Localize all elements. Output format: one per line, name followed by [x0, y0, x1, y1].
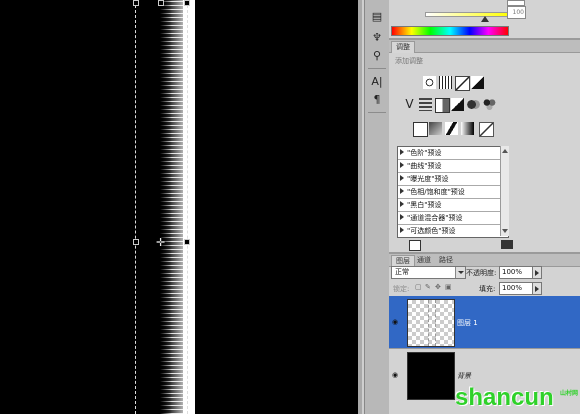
- divider: [368, 68, 386, 69]
- clone-source-icon[interactable]: ⚲: [370, 49, 384, 63]
- opacity-field[interactable]: 100%: [499, 266, 533, 279]
- white-strip: [183, 0, 195, 414]
- color-slider[interactable]: [425, 12, 511, 17]
- photo-filter-icon[interactable]: [467, 98, 480, 111]
- levels-icon[interactable]: [439, 76, 452, 89]
- threshold-icon[interactable]: [445, 122, 458, 135]
- selection-preview: [428, 300, 429, 346]
- paragraph-icon[interactable]: ¶: [370, 93, 384, 107]
- preset-item[interactable]: "曲线"预设: [398, 160, 508, 173]
- watermark-logo: shancun 山村网: [455, 384, 579, 411]
- selection-preview: [435, 300, 436, 346]
- panel-options-icon[interactable]: [501, 240, 513, 249]
- exposure-icon[interactable]: [471, 76, 484, 89]
- tab-paths[interactable]: 路径: [435, 255, 457, 266]
- preset-item[interactable]: "可选颜色"预设: [398, 225, 508, 237]
- presets-scrollbar[interactable]: [500, 146, 509, 236]
- posterize-icon[interactable]: [429, 122, 442, 135]
- brightness-icon[interactable]: [423, 76, 436, 89]
- channel-mixer-icon[interactable]: [483, 98, 496, 111]
- brush-icon[interactable]: ♆: [370, 31, 384, 45]
- selective-color-icon[interactable]: [479, 122, 494, 137]
- color-slider-thumb[interactable]: [481, 16, 489, 22]
- opacity-arrow-icon[interactable]: [532, 266, 542, 279]
- blend-mode-select[interactable]: 正常: [391, 266, 466, 279]
- lock-label: 锁定:: [393, 285, 410, 293]
- scroll-up-icon[interactable]: [502, 149, 508, 153]
- layer-name[interactable]: 图层 1: [457, 318, 478, 328]
- fill-label: 填充:: [479, 285, 496, 293]
- preset-item[interactable]: "曝光度"预设: [398, 173, 508, 186]
- adjustments-subtitle: 添加调整: [395, 57, 423, 65]
- vibrance-icon[interactable]: V: [403, 98, 416, 111]
- eye-icon[interactable]: ◉: [392, 318, 402, 326]
- preset-item[interactable]: "色阶"预设: [398, 147, 508, 160]
- character-icon[interactable]: A|: [370, 75, 384, 89]
- color-balance-icon[interactable]: [435, 98, 450, 113]
- right-panels: 100 调整 添加调整 V "色阶"预设 "曲线"预设 "曝光度"预设 "色相/…: [389, 0, 580, 414]
- lock-all-icon[interactable]: ▣: [445, 283, 452, 291]
- curves-icon[interactable]: [455, 76, 470, 91]
- image-content[interactable]: ✛: [0, 0, 362, 414]
- transform-handle[interactable]: [133, 239, 139, 245]
- color-value-field[interactable]: 100: [507, 6, 526, 19]
- layers-blend-row: 正常 不透明度: 100%: [389, 266, 580, 280]
- expand-icon[interactable]: [400, 188, 404, 194]
- invert-icon[interactable]: [413, 122, 428, 137]
- expand-icon[interactable]: [400, 227, 404, 233]
- panel-icon-strip: ▤ ♆ ⚲ A| ¶: [364, 0, 391, 414]
- expand-icon[interactable]: [400, 175, 404, 181]
- swatches-icon[interactable]: ▤: [370, 10, 384, 24]
- lock-transparency-icon[interactable]: ▢: [415, 283, 422, 291]
- tab-channels[interactable]: 通道: [413, 255, 435, 266]
- document-canvas[interactable]: ✛: [0, 0, 362, 414]
- layer-thumbnail: [407, 299, 455, 347]
- adjustment-presets-list[interactable]: "色阶"预设 "曲线"预设 "曝光度"预设 "色相/饱和度"预设 "黑白"预设 …: [397, 146, 509, 238]
- watermark-text: shancun: [455, 384, 554, 411]
- layers-lock-row: 锁定: ▢ ✎ ✥ ▣ 填充: 100%: [389, 282, 580, 296]
- eye-icon[interactable]: ◉: [392, 371, 402, 379]
- fill-field[interactable]: 100%: [499, 282, 533, 295]
- fill-arrow-icon[interactable]: [532, 282, 542, 295]
- lock-pixels-icon[interactable]: ✎: [425, 283, 431, 291]
- transform-handle[interactable]: [133, 0, 139, 6]
- preset-item[interactable]: "黑白"预设: [398, 199, 508, 212]
- canvas-edge: [358, 0, 362, 414]
- color-ramp[interactable]: [391, 26, 509, 36]
- scroll-down-icon[interactable]: [502, 229, 508, 233]
- selection-marquee-right: [187, 0, 188, 414]
- expand-icon[interactable]: [400, 162, 404, 168]
- gradient-map-icon[interactable]: [461, 122, 474, 135]
- divider: [368, 112, 386, 113]
- expand-icon[interactable]: [400, 149, 404, 155]
- transform-center-icon[interactable]: ✛: [156, 237, 165, 248]
- clip-to-layer-icon[interactable]: [409, 240, 421, 251]
- layer-row-layer1[interactable]: ◉ 图层 1: [389, 296, 580, 348]
- preset-item[interactable]: "色相/饱和度"预设: [398, 186, 508, 199]
- preset-item[interactable]: "通道混合器"预设: [398, 212, 508, 225]
- selection-marquee-left: [135, 0, 136, 414]
- expand-icon[interactable]: [400, 201, 404, 207]
- transform-handle[interactable]: [184, 0, 190, 6]
- watermark-subtext: 山村网: [559, 390, 578, 397]
- black-white-icon[interactable]: [451, 98, 464, 111]
- layer-name[interactable]: 背景: [457, 371, 471, 381]
- expand-icon[interactable]: [400, 214, 404, 220]
- transform-handle[interactable]: [184, 239, 190, 245]
- transform-handle[interactable]: [158, 0, 164, 6]
- opacity-label: 不透明度:: [466, 269, 497, 277]
- adjustments-tabbar: 调整: [389, 40, 580, 53]
- chevron-down-icon[interactable]: [455, 267, 465, 278]
- layer-thumbnail: [407, 352, 455, 400]
- hue-saturation-icon[interactable]: [419, 98, 432, 111]
- tab-adjustments[interactable]: 调整: [391, 41, 415, 53]
- lock-position-icon[interactable]: ✥: [435, 283, 441, 291]
